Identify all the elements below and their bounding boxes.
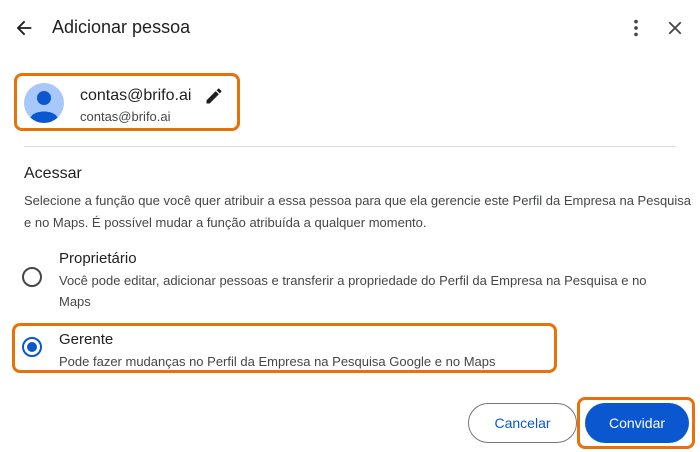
role-label-owner: Proprietário — [59, 250, 137, 267]
close-icon — [668, 21, 682, 35]
account-name: contas@brifo.ai — [80, 87, 192, 104]
close-button[interactable] — [661, 14, 689, 42]
avatar — [24, 83, 64, 123]
divider — [24, 146, 676, 147]
role-option-manager[interactable]: Gerente Pode fazer mudanças no Perfil da… — [20, 329, 680, 369]
account-email: contas@brifo.ai — [80, 109, 171, 124]
cancel-button[interactable]: Cancelar — [468, 403, 577, 443]
edit-account-button[interactable] — [204, 86, 224, 106]
role-description-owner: Você pode editar, adicionar pessoas e tr… — [59, 273, 647, 309]
arrow-back-icon — [16, 20, 32, 36]
radio-button-manager[interactable] — [22, 337, 42, 357]
more-options-button[interactable] — [622, 14, 650, 42]
dialog-title: Adicionar pessoa — [52, 17, 191, 37]
access-section-description: Selecione a função que você quer atribui… — [24, 193, 692, 230]
role-option-owner[interactable]: Proprietário Você pode editar, adicionar… — [20, 248, 680, 310]
invite-button[interactable]: Convidar — [585, 403, 689, 443]
back-button[interactable] — [10, 14, 38, 42]
role-description-manager: Pode fazer mudanças no Perfil da Empresa… — [59, 354, 496, 369]
radio-button-owner[interactable] — [22, 267, 42, 287]
dialog-header: Adicionar pessoa — [0, 0, 700, 58]
role-label-manager: Gerente — [59, 331, 114, 348]
pencil-icon — [206, 88, 222, 104]
person-avatar-icon — [30, 91, 58, 123]
more-vert-icon — [634, 19, 638, 37]
access-section-title: Acessar — [24, 165, 82, 182]
account-chip: contas@brifo.ai contas@brifo.ai — [24, 82, 234, 124]
